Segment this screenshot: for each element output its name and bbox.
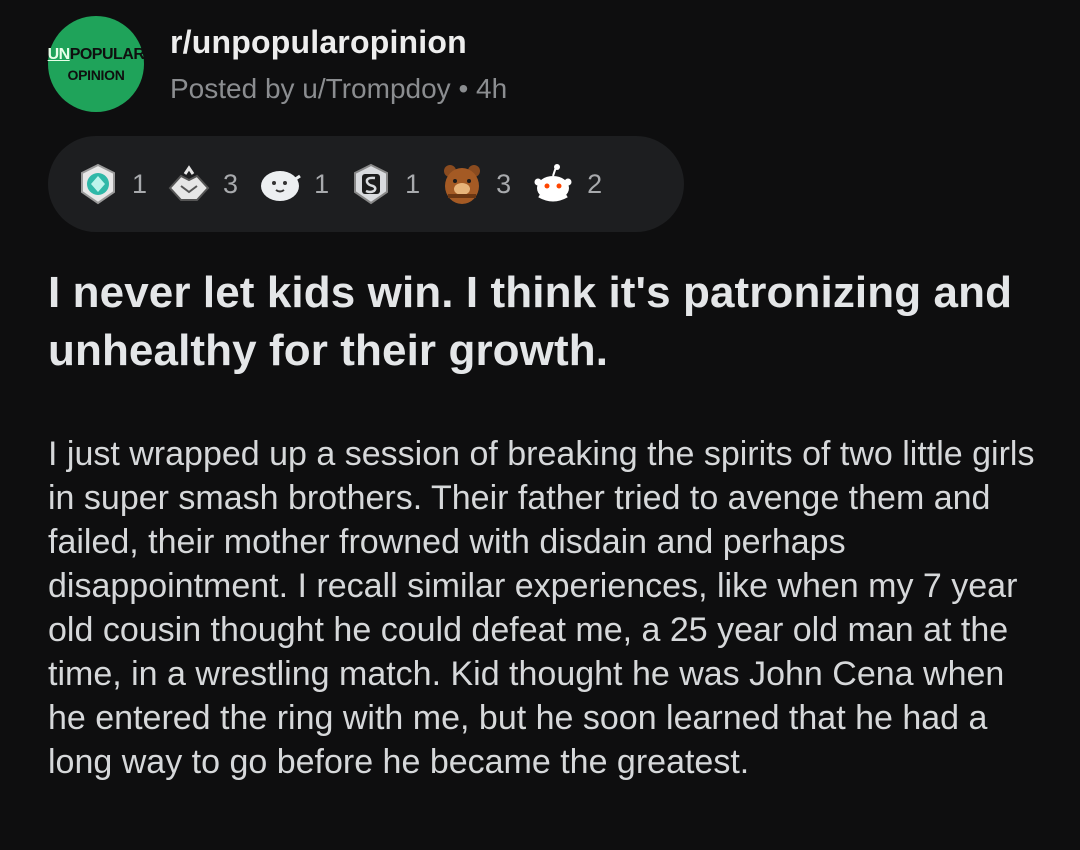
post-body: I just wrapped up a session of breaking …	[48, 435, 1035, 781]
subreddit-avatar[interactable]: UN POPULAR OPINION	[47, 16, 145, 112]
award-item[interactable]: 1	[258, 162, 329, 206]
byline-separator: •	[458, 72, 469, 104]
award-count: 1	[132, 168, 148, 199]
avatar-logo-opinion: OPINION	[67, 66, 125, 83]
award-item[interactable]: 2	[531, 162, 602, 206]
awards-bar[interactable]: 1 3 1 1 3 2	[48, 136, 684, 232]
award-count: 3	[223, 168, 239, 199]
award-count: 3	[496, 168, 512, 199]
post-header: UN POPULAR OPINION r/unpopularopinion Pos…	[48, 16, 507, 112]
post-age: 4h	[476, 72, 508, 104]
award-count: 1	[314, 168, 330, 199]
bear-icon	[444, 165, 481, 204]
award-count: 2	[587, 168, 603, 199]
award-item[interactable]: 3	[440, 162, 511, 206]
posted-by[interactable]: Posted by u/Trompdoy	[170, 73, 451, 104]
gem-badge-icon	[81, 163, 115, 205]
award-item[interactable]: 1	[76, 162, 147, 206]
award-count: 1	[405, 168, 421, 199]
award-item[interactable]: 3	[167, 162, 238, 206]
silver-badge-icon	[354, 163, 389, 205]
subreddit-name[interactable]: r/unpopularopinion	[170, 24, 507, 61]
avatar-logo-line1: UN POPULAR	[47, 45, 145, 63]
post-byline: Posted by u/Trompdoy • 4h	[170, 73, 507, 105]
post-title[interactable]: I never let kids win. I think it's patro…	[48, 264, 1038, 380]
award-item[interactable]: 1	[349, 162, 420, 206]
avatar-logo-popular: POPULAR	[69, 45, 145, 63]
snoo-hugz-icon	[534, 164, 572, 202]
handshake-icon	[168, 165, 210, 201]
seal-icon	[261, 171, 301, 201]
post-meta: r/unpopularopinion Posted by u/Trompdoy …	[170, 24, 507, 105]
avatar-logo-un: UN	[47, 45, 71, 63]
